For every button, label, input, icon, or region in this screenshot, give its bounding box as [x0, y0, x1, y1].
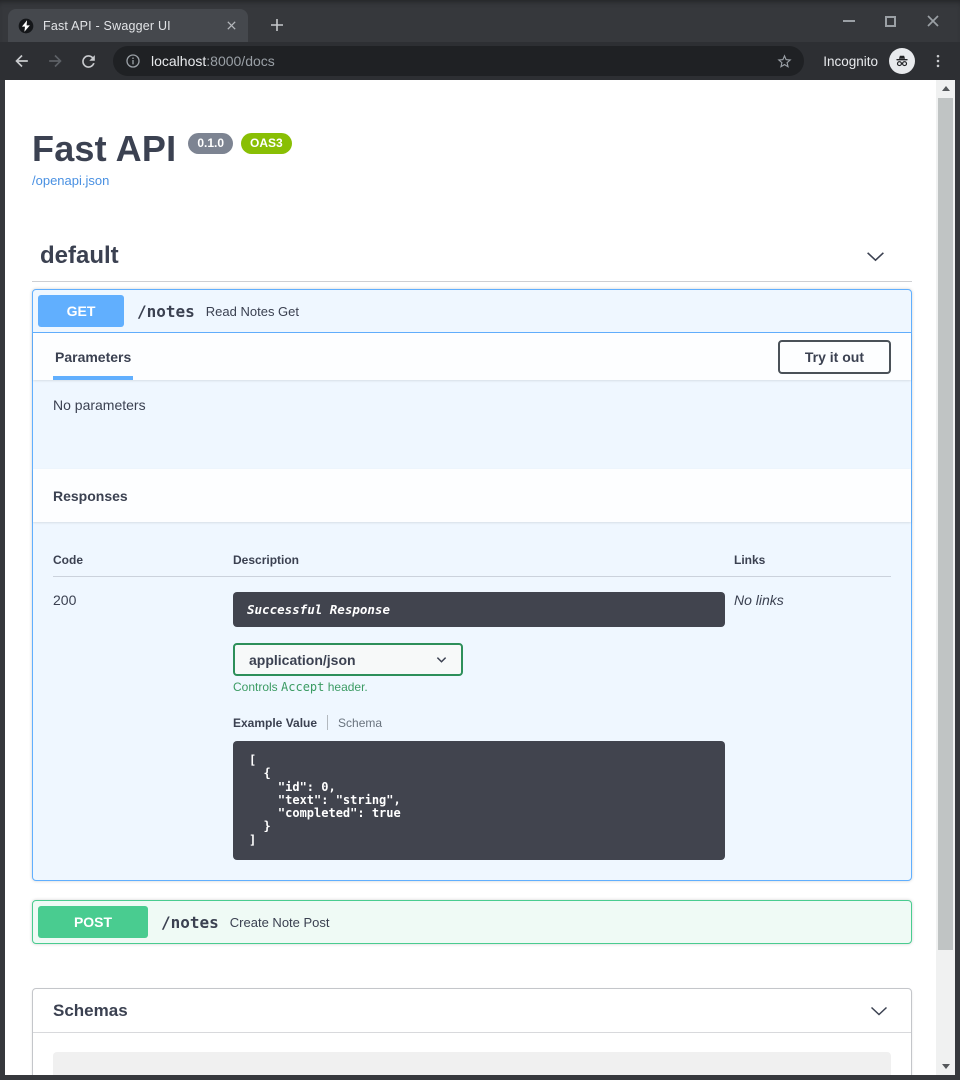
new-tab-button[interactable]	[264, 12, 290, 38]
model-container-note[interactable]: Note	[53, 1052, 891, 1075]
scrollbar-thumb[interactable]	[938, 98, 953, 950]
scroll-up-icon[interactable]	[936, 80, 955, 97]
response-description: Successful Response	[233, 592, 725, 627]
api-title-row: Fast API 0.1.0 OAS3	[32, 128, 912, 170]
try-it-out-button[interactable]: Try it out	[778, 340, 891, 374]
schemas-body: Note	[33, 1033, 911, 1075]
tag-section-header[interactable]: default	[32, 242, 912, 282]
openapi-spec-link[interactable]: /openapi.json	[32, 173, 109, 188]
url-path: :8000/docs	[206, 53, 275, 69]
responses-table: Code Description Links 200 Successful Re…	[53, 553, 891, 860]
opblock-post-notes: POST /notes Create Note Post	[32, 900, 912, 944]
site-info-icon[interactable]	[125, 53, 141, 69]
media-type-value: application/json	[249, 652, 356, 668]
address-bar[interactable]: localhost:8000/docs	[113, 46, 804, 76]
reload-icon[interactable]	[74, 47, 102, 75]
example-schema-tabs: Example Value Schema	[233, 715, 734, 730]
endpoint-path: /notes	[137, 302, 195, 321]
responses-body: Code Description Links 200 Successful Re…	[33, 522, 911, 880]
window-controls	[823, 0, 960, 42]
response-links: No links	[734, 577, 891, 860]
tab-title: Fast API - Swagger UI	[43, 19, 213, 33]
close-icon[interactable]	[926, 14, 940, 28]
incognito-icon	[889, 48, 915, 74]
tab-example-value[interactable]: Example Value	[233, 716, 317, 730]
page-content: Fast API 0.1.0 OAS3 /openapi.json defaul…	[5, 80, 936, 1075]
chevron-down-icon	[869, 1001, 889, 1021]
swagger-ui: Fast API 0.1.0 OAS3 /openapi.json defaul…	[5, 80, 936, 1075]
tab-parameters[interactable]: Parameters	[53, 333, 133, 380]
incognito-label: Incognito	[823, 54, 878, 69]
fastapi-favicon-icon	[18, 18, 34, 34]
opblock-summary[interactable]: POST /notes Create Note Post	[33, 901, 911, 943]
opblock-get-notes: GET /notes Read Notes Get Parameters Try…	[32, 289, 912, 881]
post-method-badge: POST	[38, 906, 148, 938]
tab-schema[interactable]: Schema	[338, 716, 382, 730]
media-type-select[interactable]: application/json	[233, 643, 463, 676]
url-host: localhost	[151, 53, 206, 69]
parameters-header: Parameters Try it out	[33, 333, 911, 380]
tab-separator	[327, 715, 328, 730]
browser-toolbar: localhost:8000/docs Incognito	[0, 42, 960, 80]
page-title: Fast API	[32, 128, 176, 170]
browser-tab[interactable]: Fast API - Swagger UI	[8, 9, 248, 42]
minimize-icon[interactable]	[843, 20, 855, 22]
column-header-code: Code	[53, 553, 233, 577]
no-parameters-text: No parameters	[33, 380, 911, 469]
menu-kebab-icon[interactable]	[924, 47, 952, 75]
scroll-down-icon[interactable]	[936, 1058, 955, 1075]
column-header-links: Links	[734, 553, 891, 577]
model-name: Note	[73, 1073, 109, 1075]
column-header-description: Description	[233, 553, 734, 577]
api-badges: 0.1.0 OAS3	[188, 133, 291, 154]
forward-icon[interactable]	[41, 47, 69, 75]
page-scrollbar[interactable]	[936, 80, 955, 1075]
tab-close-icon[interactable]	[222, 17, 240, 35]
back-icon[interactable]	[8, 47, 36, 75]
controls-accept-note: Controls Accept header.	[233, 680, 734, 694]
opblock-summary[interactable]: GET /notes Read Notes Get	[33, 290, 911, 333]
schemas-title: Schemas	[53, 1001, 128, 1021]
url-text: localhost:8000/docs	[151, 53, 275, 69]
chevron-down-icon	[434, 652, 449, 667]
oas3-badge: OAS3	[241, 133, 292, 154]
maximize-icon[interactable]	[885, 16, 896, 27]
response-status-code: 200	[53, 577, 233, 860]
endpoint-path: /notes	[161, 913, 219, 932]
bookmark-star-icon[interactable]	[776, 53, 793, 70]
endpoint-summary: Create Note Post	[230, 915, 330, 930]
example-json-code: [ { "id": 0, "text": "string", "complete…	[233, 741, 725, 860]
version-badge: 0.1.0	[188, 133, 233, 154]
response-description-cell: Successful Response application/json Con…	[233, 577, 734, 860]
responses-header: Responses	[33, 469, 911, 522]
responses-title: Responses	[53, 488, 128, 504]
get-method-badge: GET	[38, 295, 124, 327]
chevron-down-icon	[865, 246, 886, 267]
endpoint-summary: Read Notes Get	[206, 304, 299, 319]
schemas-header[interactable]: Schemas	[33, 989, 911, 1033]
tag-title: default	[40, 242, 119, 270]
browser-tab-bar: Fast API - Swagger UI	[0, 0, 960, 42]
browser-window: Fast API - Swagger UI	[0, 0, 960, 1080]
schemas-section: Schemas Note	[32, 988, 912, 1075]
